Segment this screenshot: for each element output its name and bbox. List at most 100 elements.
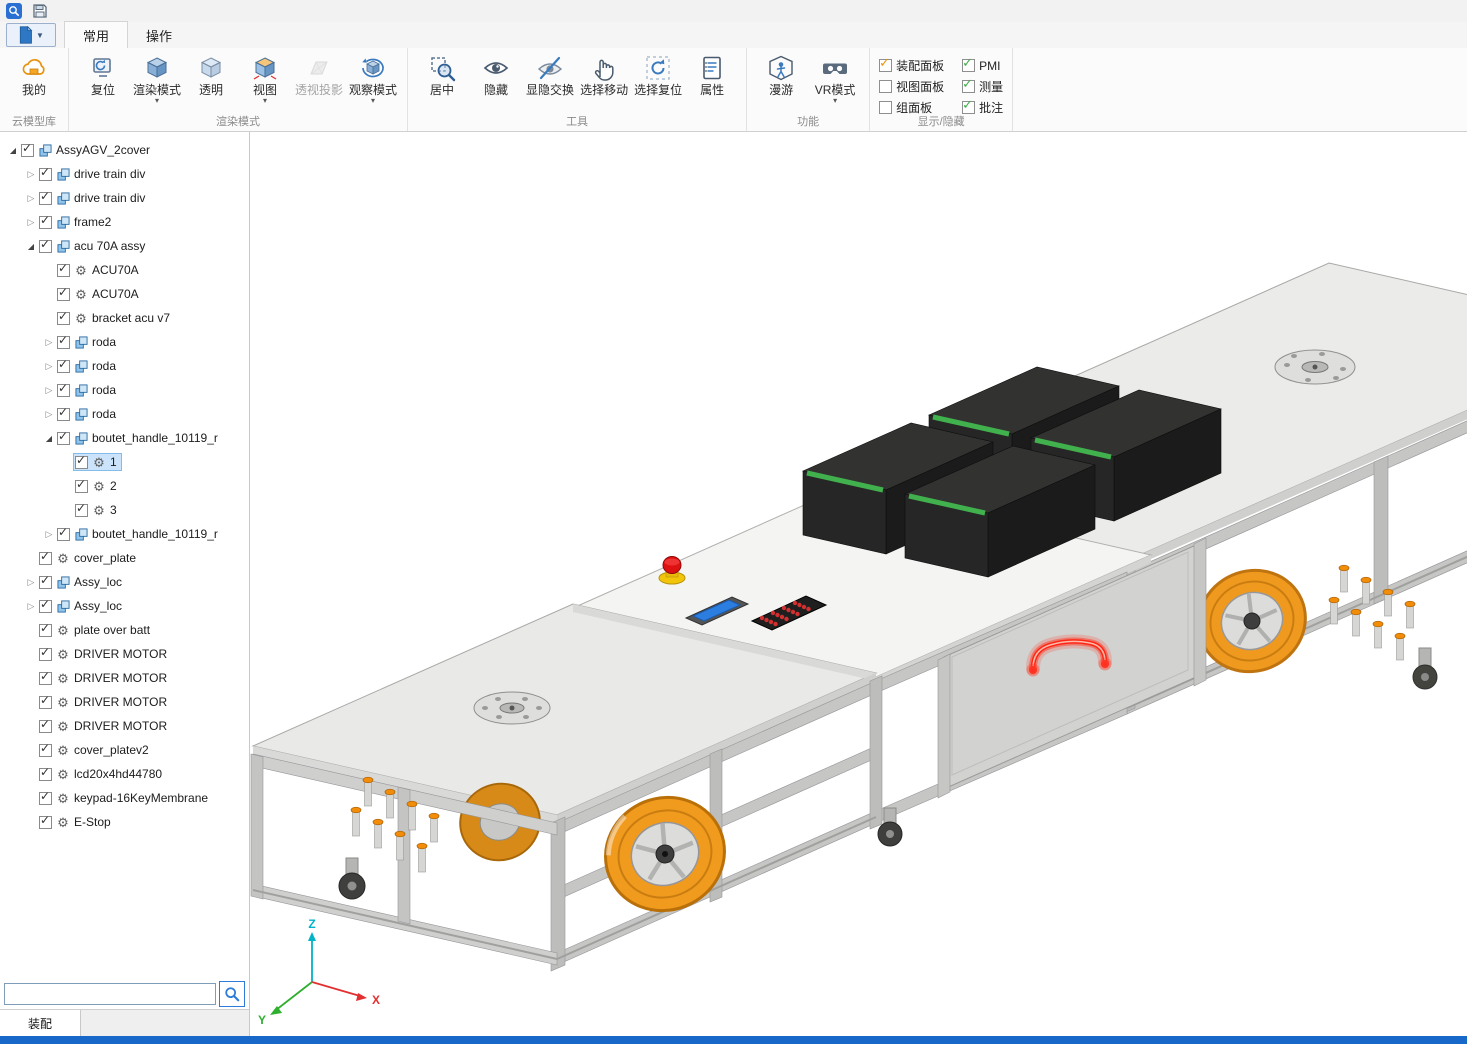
file-menu-button[interactable]: ▼ [6, 23, 56, 47]
expander-icon[interactable]: ▷ [42, 529, 56, 540]
visibility-checkbox[interactable]: ✓ [39, 789, 52, 805]
visibility-checkbox[interactable]: ✓ [57, 405, 70, 421]
tree-item-acu-70a-assy[interactable]: ◢ ✓ acu 70A assy [0, 234, 249, 258]
expander-icon[interactable]: ▷ [42, 385, 56, 396]
left-plate-flange[interactable] [473, 691, 551, 725]
tab-operate[interactable]: 操作 [128, 22, 190, 48]
tree-item-roda[interactable]: ▷ ✓ roda [0, 330, 249, 354]
select-reset-button[interactable]: 选择复位 [631, 51, 685, 97]
panel-tab-assembly[interactable]: 装配 [0, 1010, 81, 1036]
tree-item-1[interactable]: ✓ ⚙ 1 [0, 450, 249, 474]
visibility-checkbox[interactable]: ✓ [57, 525, 70, 541]
tree-search-input[interactable] [4, 983, 216, 1005]
tree-item-driver-motor[interactable]: ✓ ⚙ DRIVER MOTOR [0, 642, 249, 666]
tree-item-plate-over-batt[interactable]: ✓ ⚙ plate over batt [0, 618, 249, 642]
visibility-checkbox[interactable]: ✓ [21, 141, 34, 157]
vr-button[interactable]: VR模式 ▾ [808, 51, 862, 105]
visibility-checkbox[interactable]: ✓ [57, 429, 70, 445]
visibility-checkbox[interactable]: ✓ [39, 189, 52, 205]
right-plate-flange[interactable] [1274, 349, 1356, 385]
tree-item-roda[interactable]: ▷ ✓ roda [0, 402, 249, 426]
tree-item-e-stop[interactable]: ✓ ⚙ E-Stop [0, 810, 249, 834]
toggle-view-panel[interactable]: 视图面板 [879, 78, 944, 95]
toggle-measure[interactable]: ✓ 测量 [962, 76, 1003, 95]
visibility-checkbox[interactable]: ✓ [39, 765, 52, 781]
visibility-checkbox[interactable]: ✓ [57, 309, 70, 325]
visibility-checkbox[interactable]: ✓ [39, 717, 52, 733]
view-cube-button[interactable]: 视图 ▾ [238, 51, 292, 105]
tree-item-boutet-handle-10119-r[interactable]: ◢ ✓ boutet_handle_10119_r [0, 426, 249, 450]
tree-item-assy-loc[interactable]: ▷ ✓ Assy_loc [0, 570, 249, 594]
tree-item-acu70a[interactable]: ✓ ⚙ ACU70A [0, 282, 249, 306]
visibility-checkbox[interactable]: ✓ [57, 261, 70, 277]
center-button[interactable]: 居中 [415, 51, 469, 97]
visibility-checkbox[interactable]: ✓ [39, 549, 52, 565]
visibility-checkbox[interactable]: ✓ [39, 813, 52, 829]
visibility-checkbox[interactable]: ✓ [39, 237, 52, 253]
visibility-checkbox[interactable]: ✓ [39, 165, 52, 181]
tree-item-2[interactable]: ✓ ⚙ 2 [0, 474, 249, 498]
tree-item-driver-motor[interactable]: ✓ ⚙ DRIVER MOTOR [0, 666, 249, 690]
observe-button[interactable]: 观察模式 ▾ [346, 51, 400, 105]
visibility-checkbox[interactable]: ✓ [39, 573, 52, 589]
toggle-pmi[interactable]: ✓ PMI [962, 55, 1003, 73]
visibility-checkbox[interactable]: ✓ [75, 477, 88, 493]
visibility-checkbox[interactable]: ✓ [75, 453, 88, 469]
expander-icon[interactable]: ◢ [42, 434, 56, 443]
cloud-button[interactable]: 我的 [7, 51, 61, 97]
expander-icon[interactable]: ▷ [24, 193, 38, 204]
tree-search-button[interactable] [219, 981, 245, 1007]
tree-item-assy-loc[interactable]: ▷ ✓ Assy_loc [0, 594, 249, 618]
expander-icon[interactable]: ▷ [24, 169, 38, 180]
tree-item-assyagv-2cover[interactable]: ◢ ✓ AssyAGV_2cover [0, 138, 249, 162]
properties-button[interactable]: 属性 [685, 51, 739, 97]
select-move-button[interactable]: 选择移动 [577, 51, 631, 97]
render-cube-button[interactable]: 渲染模式 ▾ [130, 51, 184, 105]
visibility-checkbox[interactable]: ✓ [39, 621, 52, 637]
expander-icon[interactable]: ▷ [42, 409, 56, 420]
expander-icon[interactable]: ◢ [6, 146, 20, 155]
tree-item-keypad-16keymembrane[interactable]: ✓ ⚙ keypad-16KeyMembrane [0, 786, 249, 810]
hide-eye-button[interactable]: 隐藏 [469, 51, 523, 97]
expander-icon[interactable]: ▷ [42, 361, 56, 372]
visibility-checkbox[interactable]: ✓ [57, 333, 70, 349]
visibility-checkbox[interactable]: ✓ [39, 213, 52, 229]
visibility-checkbox[interactable]: ✓ [57, 381, 70, 397]
visibility-checkbox[interactable]: ✓ [39, 597, 52, 613]
tree-item-acu70a[interactable]: ✓ ⚙ ACU70A [0, 258, 249, 282]
tree-item-drive-train-div[interactable]: ▷ ✓ drive train div [0, 162, 249, 186]
visibility-checkbox[interactable]: ✓ [57, 357, 70, 373]
tree-item-driver-motor[interactable]: ✓ ⚙ DRIVER MOTOR [0, 690, 249, 714]
tree-item-cover-plate[interactable]: ✓ ⚙ cover_plate [0, 546, 249, 570]
expander-icon[interactable]: ▷ [42, 337, 56, 348]
tree-item-roda[interactable]: ▷ ✓ roda [0, 378, 249, 402]
visibility-checkbox[interactable]: ✓ [75, 501, 88, 517]
tree-item-driver-motor[interactable]: ✓ ⚙ DRIVER MOTOR [0, 714, 249, 738]
viewport-canvas[interactable]: Z X Y [250, 132, 1467, 1036]
expander-icon[interactable]: ▷ [24, 217, 38, 228]
walkthrough-button[interactable]: 漫游 [754, 51, 808, 97]
visibility-checkbox[interactable]: ✓ [39, 693, 52, 709]
tree-item-lcd20x4hd44780[interactable]: ✓ ⚙ lcd20x4hd44780 [0, 762, 249, 786]
tree-item-cover-platev2[interactable]: ✓ ⚙ cover_platev2 [0, 738, 249, 762]
tree-item-bracket-acu-v7[interactable]: ✓ ⚙ bracket acu v7 [0, 306, 249, 330]
tree-item-3[interactable]: ✓ ⚙ 3 [0, 498, 249, 522]
visibility-checkbox[interactable]: ✓ [39, 669, 52, 685]
transparent-cube-button[interactable]: 透明 [184, 51, 238, 97]
save-button[interactable] [32, 3, 48, 19]
tab-home[interactable]: 常用 [64, 21, 129, 48]
reset-button[interactable]: 复位 [76, 51, 130, 97]
expander-icon[interactable]: ◢ [24, 242, 38, 251]
left-module[interactable] [250, 603, 903, 972]
tree-item-frame2[interactable]: ▷ ✓ frame2 [0, 210, 249, 234]
visibility-checkbox[interactable]: ✓ [57, 285, 70, 301]
tree-item-roda[interactable]: ▷ ✓ roda [0, 354, 249, 378]
visibility-checkbox[interactable]: ✓ [39, 741, 52, 757]
toggle-visibility-button[interactable]: 显隐交换 [523, 51, 577, 97]
expander-icon[interactable]: ▷ [24, 577, 38, 588]
toggle-assembly-panel[interactable]: ✓ 装配面板 [879, 55, 944, 74]
tree-item-drive-train-div[interactable]: ▷ ✓ drive train div [0, 186, 249, 210]
visibility-checkbox[interactable]: ✓ [39, 645, 52, 661]
expander-icon[interactable]: ▷ [24, 601, 38, 612]
tree-item-boutet-handle-10119-r[interactable]: ▷ ✓ boutet_handle_10119_r [0, 522, 249, 546]
